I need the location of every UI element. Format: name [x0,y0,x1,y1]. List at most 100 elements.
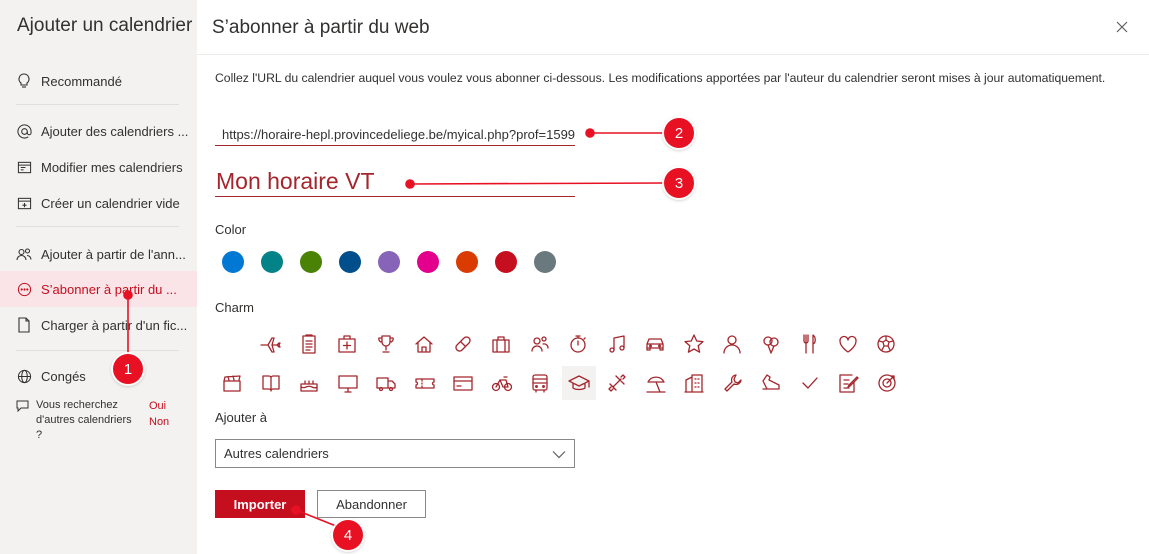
charm-option[interactable] [869,327,903,361]
sidebar-item-label: Recommandé [41,73,122,89]
sidebar-divider [16,226,179,227]
first-aid-kit-icon [338,335,356,353]
sidebar-item-label: Modifier mes calendriers [41,159,183,175]
charm-option[interactable] [870,366,904,400]
charm-option[interactable] [638,327,672,361]
document-upload-icon [16,317,32,333]
stopwatch-icon [570,335,586,353]
annotation-badge-2: 2 [664,118,694,148]
calendar-add-icon [16,195,32,211]
feedback-no-link[interactable]: Non [149,414,169,430]
annotation-badge-1: 1 [113,354,143,384]
color-swatch[interactable] [534,251,556,273]
charm-option[interactable] [253,327,287,361]
charm-option[interactable] [831,327,865,361]
wrench-icon [723,374,742,392]
charm-option[interactable] [561,366,596,400]
charm-option[interactable] [484,327,518,361]
monitor-icon [337,375,358,393]
charm-option[interactable] [677,327,711,361]
sidebar-item-label: Ajouter des calendriers ... [41,123,189,139]
lightbulb-icon [16,73,32,89]
sidebar-divider [16,350,179,351]
charm-option[interactable] [831,366,865,400]
chevron-down-icon [552,451,566,459]
close-icon [1116,21,1128,33]
calendar-url-input[interactable] [215,119,575,146]
charm-option[interactable] [369,327,403,361]
charm-option[interactable] [292,327,326,361]
charm-option[interactable] [369,366,403,400]
sidebar-item-recommended[interactable]: Recommandé [0,63,197,99]
header-divider [197,54,1149,55]
charm-option[interactable] [561,327,595,361]
color-swatch[interactable] [495,251,517,273]
sidebar-title: Ajouter un calendrier [17,15,193,36]
charm-option[interactable] [600,366,634,400]
cancel-button[interactable]: Abandonner [317,490,426,518]
add-to-dropdown[interactable]: Autres calendriers [215,439,575,468]
globe-icon [16,368,32,384]
import-button[interactable]: Importer [215,490,305,518]
charm-option[interactable] [446,327,480,361]
charm-option[interactable] [330,327,364,361]
bicycle-icon [491,376,512,392]
person-icon [723,335,741,354]
charm-option[interactable] [523,366,557,400]
color-swatch[interactable] [456,251,478,273]
annotation-badge-3: 3 [664,168,694,198]
sidebar-item-holidays[interactable]: Congés [0,358,197,394]
at-sign-icon [16,123,32,139]
calendar-name-input[interactable] [215,166,575,197]
charm-option[interactable] [600,327,634,361]
charm-option[interactable] [292,366,326,400]
fork-knife-icon [803,334,816,354]
charm-option[interactable] [331,366,365,400]
color-label: Color [215,222,247,237]
color-picker [222,251,573,273]
briefcase-icon [492,336,510,353]
credit-card-icon [453,376,473,391]
charm-option[interactable] [523,327,557,361]
sidebar-item-add-calendars[interactable]: Ajouter des calendriers ... [0,113,197,149]
charm-option[interactable] [793,366,827,400]
feedback-links: Oui Non [149,398,169,430]
add-to-value: Autres calendriers [224,446,329,461]
car-icon [646,338,664,351]
sidebar-item-create-blank[interactable]: Créer un calendrier vide [0,185,197,221]
charm-option[interactable] [254,366,288,400]
sneaker-icon [762,374,780,390]
color-swatch[interactable] [417,251,439,273]
charm-option[interactable] [716,366,750,400]
sidebar-item-upload-file[interactable]: Charger à partir d'un fic... [0,307,197,343]
charm-option[interactable] [715,327,749,361]
people-icon [530,336,549,352]
home-icon [415,336,433,353]
charm-option[interactable] [446,366,480,400]
feedback-yes-link[interactable]: Oui [149,398,169,414]
charm-option[interactable] [639,366,673,400]
charm-option[interactable] [485,366,519,400]
sidebar-item-label: Ajouter à partir de l'ann... [41,246,186,262]
charm-option[interactable] [754,366,788,400]
charm-option[interactable] [408,366,442,400]
color-swatch[interactable] [222,251,244,273]
color-swatch[interactable] [339,251,361,273]
color-swatch[interactable] [378,251,400,273]
heart-icon [838,335,857,353]
beach-umbrella-icon [645,376,666,393]
charm-option[interactable] [215,366,249,400]
annotation-badge-4: 4 [333,520,363,550]
sidebar-item-from-directory[interactable]: Ajouter à partir de l'ann... [0,236,197,272]
color-swatch[interactable] [300,251,322,273]
sidebar-item-subscribe-web[interactable]: S’abonner à partir du ... [0,271,197,307]
sidebar-item-label: Charger à partir d'un fic... [41,317,188,333]
charm-option[interactable] [407,327,441,361]
add-to-label: Ajouter à [215,410,268,425]
sidebar-item-edit-calendars[interactable]: Modifier mes calendriers [0,149,197,185]
color-swatch[interactable] [261,251,283,273]
charm-option[interactable] [754,327,788,361]
charm-option[interactable] [792,327,826,361]
charm-option[interactable] [677,366,711,400]
close-button[interactable] [1112,17,1132,37]
